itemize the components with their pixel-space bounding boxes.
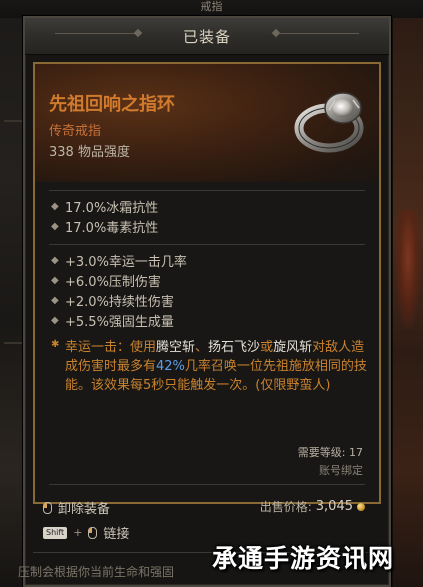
diamond-bullet-icon: ◆ xyxy=(51,254,59,266)
unequip-label: 卸除装备 xyxy=(58,502,111,517)
diamond-bullet-icon: ◆ xyxy=(51,200,59,212)
diamond-bullet-icon: ◆ xyxy=(51,294,59,306)
link-label: 链接 xyxy=(103,527,130,542)
header-divider-left xyxy=(55,33,135,34)
required-level: 需要等级: 17 xyxy=(297,446,363,459)
item-type: 传奇戒指 xyxy=(49,124,102,139)
item-tooltip-panel: 已装备 先祖回响之指环 传奇戒指 338 物品强度 ◆ 17.0%冰霜抗性 ◆ … xyxy=(23,16,391,587)
item-name: 先祖回响之指环 xyxy=(49,94,175,115)
affix-stat-text: +3.0%幸运一击几率 xyxy=(65,254,187,270)
gold-coin-icon xyxy=(357,502,365,511)
previous-tooltip-title: 戒指 xyxy=(200,0,223,13)
plus-icon: + xyxy=(73,526,83,539)
mouse-icon xyxy=(43,501,52,514)
implicit-stat-text: 17.0%毒素抗性 xyxy=(65,220,159,236)
unequip-action[interactable]: 卸除装备 xyxy=(43,498,110,517)
skill-name: 扬石飞沙 xyxy=(208,340,261,355)
skill-name: 腾空斩 xyxy=(156,340,196,355)
equipped-title: 已装备 xyxy=(182,27,231,46)
equipped-header: 已装备 xyxy=(25,18,389,55)
affix-stat: ◆ +5.5%强固生成量 xyxy=(51,310,187,330)
affix-stat-text: +6.0%压制伤害 xyxy=(65,274,161,290)
section-divider xyxy=(49,190,365,191)
affix-stat: ◆ +6.0%压制伤害 xyxy=(51,270,187,290)
mouse-icon xyxy=(88,526,98,539)
affix-stat-text: +5.5%强固生成量 xyxy=(65,314,174,330)
diamond-bullet-icon: ◆ xyxy=(51,220,59,232)
header-divider-right xyxy=(279,33,359,34)
header-diamond-left-icon xyxy=(133,28,143,38)
implicit-stat: ◆ 17.0%冰霜抗性 xyxy=(51,196,158,216)
unique-star-icon: ✱ xyxy=(51,339,60,350)
shift-key-icon: Shift xyxy=(43,526,68,539)
implicit-stats: ◆ 17.0%冰霜抗性 ◆ 17.0%毒素抗性 xyxy=(51,196,158,236)
next-tooltip-text: 压制会根据你当前生命和强固 xyxy=(18,565,175,579)
implicit-stat-text: 17.0%冰霜抗性 xyxy=(65,200,159,216)
account-bound: 账号绑定 xyxy=(319,464,363,477)
item-power: 338 物品强度 xyxy=(49,145,130,160)
background-right-scene xyxy=(393,0,423,587)
sell-price-value: 3,045 xyxy=(315,499,353,514)
affix-stat: ◆ +3.0%幸运一击几率 xyxy=(51,250,187,270)
sell-price: 出售价格: 3,045 xyxy=(260,498,365,515)
sell-price-label: 出售价格: xyxy=(259,500,312,514)
chance-value: 42% xyxy=(156,359,185,374)
ancestral-ring-icon xyxy=(293,84,371,156)
implicit-stat: ◆ 17.0%毒素抗性 xyxy=(51,216,158,236)
requirements: 需要等级: 17 账号绑定 xyxy=(298,444,363,478)
unique-effect: ✱ 幸运一击：使用腾空斩、扬石飞沙或旋风斩对敌人造成伤害时最多有42%几率召唤一… xyxy=(51,338,373,395)
skill-name: 旋风斩 xyxy=(273,340,313,355)
unique-text-part: 或 xyxy=(260,340,274,355)
item-card: 先祖回响之指环 传奇戒指 338 物品强度 ◆ 17.0%冰霜抗性 ◆ 17.0… xyxy=(33,62,381,514)
site-watermark: 承通手游资讯网 xyxy=(212,544,395,573)
unique-effect-text: 幸运一击：使用腾空斩、扬石飞沙或旋风斩对敌人造成伤害时最多有42%几率召唤一位先… xyxy=(65,338,373,395)
background-figure xyxy=(395,210,421,330)
unique-text-part: 幸运一击：使用 xyxy=(65,340,157,355)
affix-stats: ◆ +3.0%幸运一击几率 ◆ +6.0%压制伤害 ◆ +2.0%持续性伤害 ◆… xyxy=(51,250,187,330)
section-divider xyxy=(49,244,365,245)
affix-stat-text: +2.0%持续性伤害 xyxy=(65,294,174,310)
affix-stat: ◆ +2.0%持续性伤害 xyxy=(51,290,187,310)
link-action[interactable]: Shift + 链接 xyxy=(43,523,129,542)
diamond-bullet-icon: ◆ xyxy=(51,274,59,286)
diamond-bullet-icon: ◆ xyxy=(51,314,59,326)
unique-text-part: 、 xyxy=(195,340,209,355)
section-divider xyxy=(49,484,365,485)
